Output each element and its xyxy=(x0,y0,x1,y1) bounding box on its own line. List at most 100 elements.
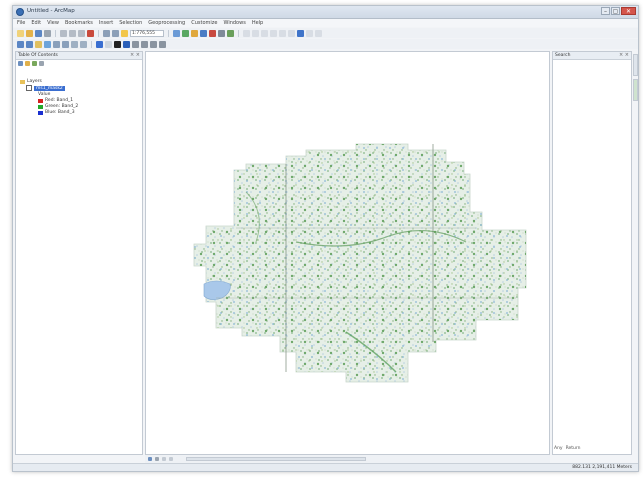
select-features-icon[interactable] xyxy=(96,40,103,48)
list-by-visibility-icon[interactable] xyxy=(32,61,37,66)
disabled-tool-icon[interactable] xyxy=(288,29,295,37)
pause-drawing-icon[interactable] xyxy=(169,457,173,461)
map-scale-input[interactable]: 1:776,555 xyxy=(130,29,164,37)
menu-geoprocessing[interactable]: Geoprocessing xyxy=(148,20,185,26)
raster-map-canvas[interactable] xyxy=(146,52,549,454)
clear-selection-icon[interactable] xyxy=(105,40,112,48)
disabled-tool-icon[interactable] xyxy=(243,29,250,37)
catalog-window-icon[interactable] xyxy=(191,29,198,37)
layer-name-label[interactable]: ms1_mask2 xyxy=(34,85,65,91)
add-data-icon[interactable] xyxy=(121,29,128,37)
python-window-icon[interactable] xyxy=(218,29,225,37)
menu-insert[interactable]: Insert xyxy=(99,20,113,26)
table-of-contents-panel: Table Of Contents × × Layers ms1_mask2 V… xyxy=(15,51,143,455)
arctoolbox-icon[interactable] xyxy=(209,29,216,37)
pan-icon[interactable] xyxy=(35,40,42,48)
legend-label-blue: Blue: Band_3 xyxy=(45,110,75,115)
search-return-label[interactable]: Return xyxy=(566,446,581,451)
forward-extent-icon[interactable] xyxy=(80,40,87,48)
menu-bookmarks[interactable]: Bookmarks xyxy=(65,20,93,26)
toc-layer-ms1-mask2[interactable]: ms1_mask2 xyxy=(26,85,65,91)
arcmap-window: Untitled - ArcMap – ▢ ✕ File Edit View B… xyxy=(12,5,639,472)
legend-item-blue: Blue: Band_3 xyxy=(38,110,75,115)
identify-icon[interactable] xyxy=(123,40,130,48)
legend-item-green: Green: Band_2 xyxy=(38,104,78,109)
save-icon[interactable] xyxy=(35,29,42,37)
back-extent-icon[interactable] xyxy=(71,40,78,48)
undo-icon[interactable] xyxy=(103,29,110,37)
list-by-selection-icon[interactable] xyxy=(39,61,44,66)
layout-view-icon[interactable] xyxy=(155,457,159,461)
menu-windows[interactable]: Windows xyxy=(223,20,245,26)
title-bar: Untitled - ArcMap – ▢ ✕ xyxy=(13,6,638,19)
search-title-text: Search xyxy=(555,53,571,58)
disabled-tool-icon[interactable] xyxy=(315,29,322,37)
disabled-tool-icon[interactable] xyxy=(279,29,286,37)
editor-toolbar-icon[interactable] xyxy=(173,29,180,37)
select-elements-icon[interactable] xyxy=(114,40,121,48)
open-folder-icon[interactable] xyxy=(26,29,33,37)
menu-file[interactable]: File xyxy=(17,20,25,26)
copy-icon[interactable] xyxy=(69,29,76,37)
search-any-label[interactable]: Any xyxy=(554,446,563,451)
search-window-icon[interactable] xyxy=(200,29,207,37)
fixed-zoom-out-icon[interactable] xyxy=(62,40,69,48)
toolbar-separator xyxy=(98,29,99,37)
redo-icon[interactable] xyxy=(112,29,119,37)
time-slider-icon[interactable] xyxy=(159,40,166,48)
horizontal-scrollbar[interactable] xyxy=(186,457,366,461)
search-dock-tab[interactable] xyxy=(633,79,638,101)
disabled-tool-icon[interactable] xyxy=(306,29,313,37)
data-view-icon[interactable] xyxy=(148,457,152,461)
disabled-tool-icon[interactable] xyxy=(270,29,277,37)
paste-icon[interactable] xyxy=(78,29,85,37)
list-by-drawing-order-icon[interactable] xyxy=(18,61,23,66)
hyperlink-icon[interactable] xyxy=(150,40,157,48)
toc-layers-root[interactable]: Layers xyxy=(20,79,42,84)
catalog-dock-tab[interactable] xyxy=(633,54,638,76)
georeferencing-icon[interactable] xyxy=(297,29,304,37)
print-icon[interactable] xyxy=(44,29,51,37)
tools-toolbar xyxy=(13,39,638,49)
search-panel-title: Search × × xyxy=(553,52,631,60)
maximize-button[interactable]: ▢ xyxy=(611,7,620,15)
refresh-icon[interactable] xyxy=(162,457,166,461)
toc-window-icon[interactable] xyxy=(182,29,189,37)
search-panel-footer: Any Return xyxy=(554,446,581,451)
disabled-tool-icon[interactable] xyxy=(252,29,259,37)
zoom-out-icon[interactable] xyxy=(26,40,33,48)
toc-title: Table Of Contents × × xyxy=(16,52,142,60)
toc-layer-sublabel: Value xyxy=(38,92,50,97)
menu-customize[interactable]: Customize xyxy=(191,20,217,26)
zoom-in-icon[interactable] xyxy=(17,40,24,48)
window-controls: – ▢ ✕ xyxy=(601,7,636,16)
toolbar-separator xyxy=(55,29,56,37)
menu-help[interactable]: Help xyxy=(252,20,263,26)
red-swatch-icon xyxy=(38,98,43,103)
close-button[interactable]: ✕ xyxy=(621,7,636,15)
delete-icon[interactable] xyxy=(87,29,94,37)
list-by-source-icon[interactable] xyxy=(25,61,30,66)
search-panel: Search × × xyxy=(552,51,632,455)
layer-visibility-checkbox[interactable] xyxy=(26,85,32,91)
arcmap-app-icon xyxy=(16,8,24,16)
cut-icon[interactable] xyxy=(60,29,67,37)
new-map-icon[interactable] xyxy=(17,29,24,37)
find-icon[interactable] xyxy=(132,40,139,48)
disabled-tool-icon[interactable] xyxy=(261,29,268,37)
search-close-icon[interactable]: × × xyxy=(619,52,629,59)
measure-icon[interactable] xyxy=(141,40,148,48)
fixed-zoom-in-icon[interactable] xyxy=(53,40,60,48)
coordinate-readout: 882.131 2,191,411 Meters xyxy=(572,465,632,470)
full-extent-icon[interactable] xyxy=(44,40,51,48)
menu-selection[interactable]: Selection xyxy=(119,20,142,26)
map-view-bar xyxy=(145,455,550,463)
menu-view[interactable]: View xyxy=(47,20,59,26)
minimize-button[interactable]: – xyxy=(601,7,610,15)
menu-edit[interactable]: Edit xyxy=(31,20,41,26)
menu-bar: File Edit View Bookmarks Insert Selectio… xyxy=(13,19,638,27)
toc-close-icon[interactable]: × × xyxy=(130,52,140,59)
modelbuilder-icon[interactable] xyxy=(227,29,234,37)
layers-folder-icon xyxy=(20,79,25,84)
map-display[interactable] xyxy=(145,51,550,455)
